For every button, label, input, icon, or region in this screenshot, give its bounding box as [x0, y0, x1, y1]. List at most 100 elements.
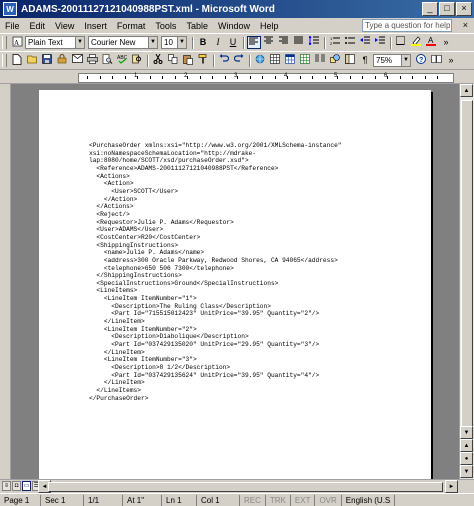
- close-button[interactable]: ×: [456, 2, 472, 16]
- document-line[interactable]: </Action>: [89, 196, 342, 204]
- document-line[interactable]: </LineItem>: [89, 379, 342, 387]
- email-icon[interactable]: [70, 54, 84, 67]
- document-line[interactable]: <Requestor>Julie P. Adams</Requestor>: [89, 219, 342, 227]
- underline-button[interactable]: U: [226, 36, 240, 49]
- copy-icon[interactable]: [166, 54, 180, 67]
- status-ext[interactable]: EXT: [291, 494, 316, 506]
- document-line[interactable]: <Description>8 1/2</Description>: [89, 364, 342, 372]
- document-line[interactable]: <Actions>: [89, 173, 342, 181]
- menu-file[interactable]: File: [0, 21, 25, 31]
- document-line[interactable]: <User>SCOTT</User>: [89, 188, 342, 196]
- vertical-scroll-thumb[interactable]: [461, 100, 473, 430]
- document-line[interactable]: <ShippingInstructions>: [89, 242, 342, 250]
- toolbar-grip[interactable]: [2, 36, 7, 49]
- print-preview-icon[interactable]: [100, 54, 114, 67]
- new-document-icon[interactable]: [10, 54, 24, 67]
- vertical-scrollbar[interactable]: ▲ ▼ ▲ ● ▼: [459, 84, 474, 479]
- drawing-icon[interactable]: [328, 54, 342, 67]
- decrease-indent-icon[interactable]: [358, 36, 372, 49]
- horizontal-ruler[interactable]: 123456: [0, 70, 474, 84]
- next-page-icon[interactable]: ▼: [460, 465, 473, 478]
- tables-borders-icon[interactable]: [268, 54, 282, 67]
- help-icon[interactable]: ?: [414, 54, 428, 67]
- chevron-down-icon[interactable]: ▼: [148, 37, 157, 48]
- increase-indent-icon[interactable]: [373, 36, 387, 49]
- insert-excel-icon[interactable]: [298, 54, 312, 67]
- menu-help[interactable]: Help: [255, 21, 284, 31]
- document-line[interactable]: <LineItems>: [89, 287, 342, 295]
- document-line[interactable]: <Part Id="037429135020" UnitPrice="29.95…: [89, 341, 342, 349]
- document-line[interactable]: <Part Id="037429135624" UnitPrice="39.95…: [89, 372, 342, 380]
- close-document-button[interactable]: ×: [463, 20, 468, 30]
- previous-page-icon[interactable]: ▲: [460, 439, 473, 452]
- document-line[interactable]: </LineItems>: [89, 387, 342, 395]
- document-line[interactable]: <Description>The Ruling Class</Descripti…: [89, 303, 342, 311]
- read-icon[interactable]: [429, 54, 443, 67]
- document-line[interactable]: <SpecialInstructions>Ground</SpecialInst…: [89, 280, 342, 288]
- toolbar-options-chevron-icon[interactable]: »: [439, 36, 453, 49]
- chevron-down-icon[interactable]: ▼: [401, 55, 410, 66]
- document-line[interactable]: lap:8080/home/SCOTT/xsd/purchaseOrder.xs…: [89, 157, 342, 165]
- line-spacing-icon[interactable]: [307, 34, 321, 49]
- status-rec[interactable]: REC: [240, 494, 266, 506]
- research-icon[interactable]: [130, 54, 144, 67]
- align-center-icon[interactable]: [262, 36, 276, 49]
- document-area[interactable]: <PurchaseOrder xmlns:xsi="http://www.w3.…: [11, 84, 460, 479]
- menu-insert[interactable]: Insert: [79, 21, 112, 31]
- document-line[interactable]: </Actions>: [89, 203, 342, 211]
- font-color-icon[interactable]: A: [424, 36, 438, 49]
- save-icon[interactable]: [40, 54, 54, 67]
- bold-button[interactable]: B: [196, 36, 210, 49]
- document-line[interactable]: <Reject/>: [89, 211, 342, 219]
- document-line[interactable]: </LineItem>: [89, 318, 342, 326]
- ruler-track[interactable]: 123456: [78, 73, 454, 83]
- show-hide-icon[interactable]: ¶: [358, 54, 372, 67]
- cut-icon[interactable]: [151, 53, 165, 67]
- toolbar-grip[interactable]: [2, 54, 7, 67]
- style-combo[interactable]: Plain Text ▼: [25, 36, 85, 49]
- document-line[interactable]: <User>ADAMS</User>: [89, 226, 342, 234]
- document-line[interactable]: <LineItem ItemNumber="3">: [89, 356, 342, 364]
- normal-view-icon[interactable]: ≡: [2, 481, 11, 491]
- word-app-icon[interactable]: W: [3, 2, 17, 16]
- hyperlink-icon[interactable]: [253, 54, 267, 67]
- styles-pane-icon[interactable]: A: [10, 36, 24, 49]
- undo-icon[interactable]: [217, 54, 231, 67]
- document-line[interactable]: <LineItem ItemNumber="2">: [89, 326, 342, 334]
- borders-icon[interactable]: [394, 36, 408, 49]
- web-layout-icon[interactable]: ◘: [12, 481, 21, 491]
- document-line[interactable]: <Part Id="715515012423" UnitPrice="39.95…: [89, 310, 342, 318]
- redo-icon[interactable]: [232, 54, 246, 67]
- numbering-icon[interactable]: 12: [328, 36, 342, 49]
- document-line[interactable]: <LineItem ItemNumber="1">: [89, 295, 342, 303]
- spelling-icon[interactable]: ABC: [115, 54, 129, 67]
- xml-text[interactable]: <PurchaseOrder xmlns:xsi="http://www.w3.…: [89, 142, 342, 402]
- horizontal-scroll-thumb[interactable]: [48, 482, 443, 492]
- menu-window[interactable]: Window: [213, 21, 255, 31]
- horizontal-scrollbar[interactable]: ≡ ◘ ▭ ☰ ◄ ►: [0, 479, 474, 494]
- align-right-icon[interactable]: [277, 36, 291, 49]
- menu-format[interactable]: Format: [112, 21, 151, 31]
- font-combo[interactable]: Courier New ▼: [88, 36, 158, 49]
- vertical-ruler[interactable]: [0, 84, 11, 479]
- document-line[interactable]: </LineItem>: [89, 349, 342, 357]
- scroll-down-icon[interactable]: ▼: [460, 426, 473, 439]
- select-browse-object-icon[interactable]: ●: [460, 452, 473, 465]
- document-line[interactable]: <address>300 Oracle Parkway, Redwood Sho…: [89, 257, 342, 265]
- document-line[interactable]: <Reference>ADAMS-20011127121040988PST</R…: [89, 165, 342, 173]
- menu-edit[interactable]: Edit: [25, 21, 51, 31]
- insert-table-icon[interactable]: [283, 54, 297, 67]
- toolbar-options-chevron-icon[interactable]: »: [444, 54, 458, 67]
- document-map-icon[interactable]: [343, 54, 357, 67]
- menu-tools[interactable]: Tools: [150, 21, 181, 31]
- font-size-combo[interactable]: 10 ▼: [161, 36, 187, 49]
- italic-button[interactable]: I: [211, 36, 225, 49]
- help-question-input[interactable]: Type a question for help: [362, 19, 452, 32]
- chevron-down-icon[interactable]: ▼: [75, 37, 84, 48]
- align-left-icon[interactable]: [247, 36, 261, 49]
- columns-icon[interactable]: [313, 54, 327, 67]
- document-line[interactable]: <Description>Diabolique</Description>: [89, 333, 342, 341]
- document-line[interactable]: xsi:noNamespaceSchemaLocation="http://md…: [89, 150, 342, 158]
- format-painter-icon[interactable]: [196, 54, 210, 67]
- print-layout-icon[interactable]: ▭: [22, 481, 31, 491]
